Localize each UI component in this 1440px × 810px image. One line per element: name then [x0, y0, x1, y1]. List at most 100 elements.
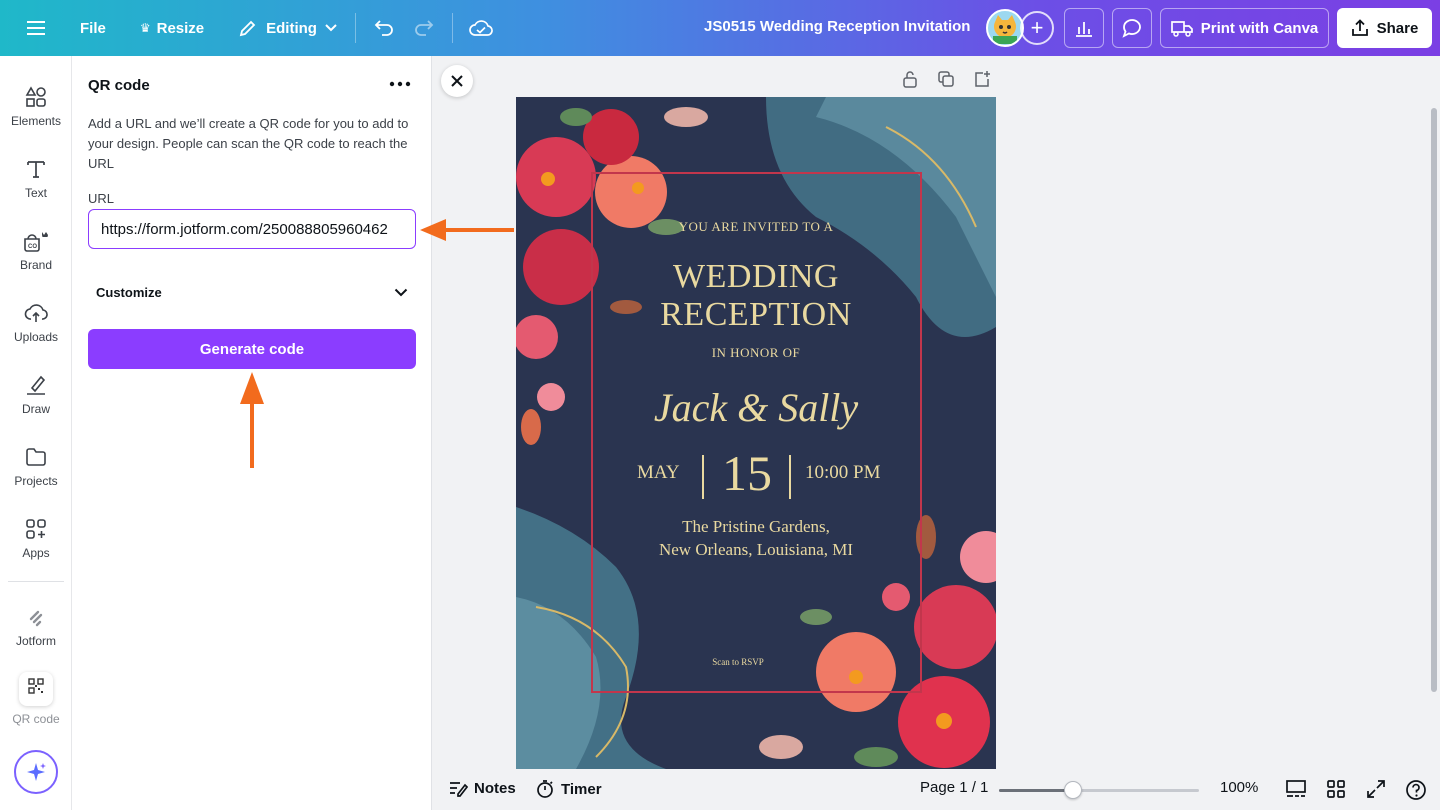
invitation-page[interactable]: YOU ARE INVITED TO A WEDDING RECEPTION I…	[516, 97, 996, 769]
add-collaborator-button[interactable]: +	[1020, 11, 1054, 45]
add-page-icon	[975, 71, 990, 87]
qr-code-icon	[19, 672, 53, 706]
duplicate-icon	[938, 71, 954, 87]
resize-button[interactable]: ♛ Resize	[130, 8, 214, 48]
rail-projects[interactable]: Projects	[0, 446, 72, 510]
event-time: 10:00 PM	[805, 462, 881, 483]
add-page-button[interactable]	[971, 68, 993, 90]
divider	[702, 455, 704, 499]
left-rail: Elements Text CO Brand Uploads Draw Proj…	[0, 56, 72, 810]
folder-icon	[26, 448, 46, 466]
brand-icon: CO	[24, 232, 48, 252]
rail-uploads[interactable]: Uploads	[0, 302, 72, 366]
panel-description: Add a URL and we’ll create a QR code for…	[88, 116, 409, 171]
bar-chart-icon	[1076, 22, 1092, 37]
timer-label: Timer	[561, 780, 602, 798]
rail-label: Elements	[10, 114, 62, 128]
divider	[354, 13, 356, 43]
close-icon	[451, 75, 463, 87]
rail-jotform[interactable]: Jotform	[0, 606, 72, 670]
url-label: URL	[88, 191, 115, 206]
redo-button[interactable]	[404, 8, 444, 48]
cloud-upload-icon	[24, 304, 48, 322]
page-label: Page 1 / 1	[920, 779, 989, 796]
more-options-button[interactable]	[388, 74, 412, 98]
undo-button[interactable]	[364, 8, 404, 48]
canvas-scrollbar[interactable]	[1431, 108, 1437, 692]
close-panel-button[interactable]	[441, 65, 473, 97]
rail-draw[interactable]: Draw	[0, 374, 72, 438]
panel-title: QR code	[88, 77, 150, 94]
insights-button[interactable]	[1064, 8, 1104, 48]
rail-divider	[8, 581, 64, 582]
duplicate-page-button[interactable]	[935, 68, 957, 90]
help-button[interactable]	[1405, 779, 1427, 801]
generate-code-button[interactable]: Generate code	[88, 329, 416, 369]
comment-icon	[1122, 19, 1141, 38]
crown-icon: ♛	[139, 21, 151, 35]
zoom-percentage[interactable]: 100%	[1220, 779, 1258, 796]
lock-page-button[interactable]	[899, 68, 921, 90]
rail-qr-code[interactable]: QR code	[0, 672, 72, 736]
share-button[interactable]: Share	[1337, 8, 1432, 48]
zoom-slider-handle[interactable]	[1064, 781, 1082, 799]
print-with-canva-button[interactable]: Print with Canva	[1160, 8, 1329, 48]
undo-icon	[374, 20, 393, 36]
pencil-icon	[239, 20, 256, 37]
rail-text[interactable]: Text	[0, 158, 72, 222]
venue-line-2: New Orleans, Louisiana, MI	[658, 540, 854, 559]
print-label: Print with Canva	[1200, 19, 1319, 37]
rail-brand[interactable]: CO Brand	[0, 230, 72, 294]
arrow-to-url-input	[420, 219, 514, 241]
fullscreen-button[interactable]	[1366, 779, 1386, 799]
rail-label: Draw	[21, 402, 50, 416]
zoom-slider[interactable]	[999, 781, 1199, 799]
file-menu[interactable]: File	[70, 8, 116, 48]
notes-button[interactable]: Notes	[448, 779, 516, 797]
svg-text:CO: CO	[28, 244, 37, 250]
timer-button[interactable]: Timer	[535, 779, 602, 799]
rail-label: Apps	[22, 546, 50, 560]
pages-view-icon	[1286, 780, 1306, 797]
share-label: Share	[1376, 19, 1419, 37]
draw-icon	[27, 375, 46, 395]
editing-mode-button[interactable]: Editing	[228, 8, 347, 48]
resize-label: Resize	[156, 19, 205, 37]
page-view-button[interactable]	[1285, 779, 1307, 799]
rail-label: Text	[24, 186, 47, 200]
rail-apps[interactable]: Apps	[0, 518, 72, 582]
grid-view-button[interactable]	[1326, 779, 1346, 799]
top-bar: File ♛ Resize Editing JS0515 Wedding Rec…	[0, 0, 1440, 56]
page-indicator[interactable]: Page 1 / 1	[920, 779, 988, 796]
customize-accordion[interactable]: Customize	[88, 276, 416, 308]
scan-to-rsvp: Scan to RSVP	[712, 657, 764, 667]
rail-elements[interactable]: Elements	[0, 86, 72, 150]
divider	[789, 455, 791, 499]
save-status-button[interactable]	[461, 8, 501, 48]
couple-names: Jack & Sally	[653, 385, 859, 430]
main-menu-button[interactable]	[16, 8, 56, 48]
bottom-bar: Notes Timer Page 1 / 1 100%	[433, 770, 1440, 810]
jotform-icon	[29, 610, 43, 627]
rail-label: Jotform	[15, 634, 56, 648]
rail-label: Uploads	[13, 330, 59, 344]
magic-assistant-button[interactable]	[14, 750, 58, 794]
invite-line-4: IN HONOR OF	[711, 345, 801, 360]
url-input[interactable]	[88, 209, 416, 249]
rail-label: QR code	[12, 712, 60, 726]
share-icon	[1351, 19, 1368, 36]
event-month: MAY	[637, 462, 680, 483]
grid-icon	[1327, 780, 1345, 798]
text-icon	[27, 161, 45, 178]
zoom-fill	[999, 789, 1073, 792]
invitation-frame	[591, 172, 922, 693]
avatar[interactable]	[986, 9, 1024, 47]
more-horizontal-icon	[389, 81, 411, 87]
notes-label: Notes	[474, 779, 516, 797]
sparkle-icon	[27, 763, 46, 781]
document-title[interactable]: JS0515 Wedding Reception Invitation	[704, 18, 970, 35]
notes-icon	[450, 782, 468, 797]
timer-icon	[537, 780, 553, 798]
comments-button[interactable]	[1112, 8, 1152, 48]
customize-label: Customize	[96, 284, 162, 300]
